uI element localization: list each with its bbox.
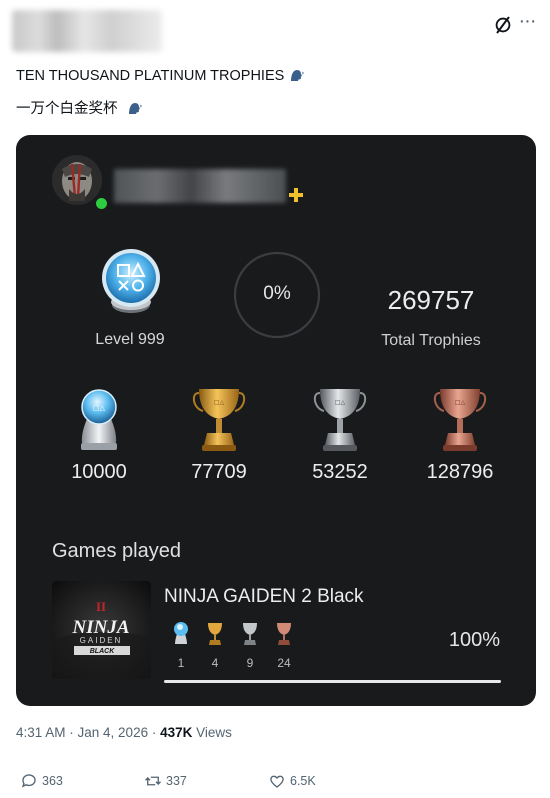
gold-count: 77709	[191, 461, 247, 483]
like-count: 6.5K	[290, 774, 316, 788]
svg-text:□△: □△	[335, 399, 346, 406]
game-cover-art: NINJA II GAIDEN BLACK	[52, 581, 151, 679]
game-art-subtitle: GAIDEN	[80, 636, 123, 645]
game-art-edition: BLACK	[90, 648, 115, 655]
grok-icon[interactable]	[492, 14, 514, 36]
speaking-head-icon	[291, 70, 304, 81]
game-art-mark: II	[96, 599, 106, 614]
tweet-meta: 4:31 AM · Jan 4, 2026 · 437K Views	[16, 725, 232, 740]
like-button[interactable]: 6.5K	[268, 772, 316, 790]
speaking-head-icon	[128, 103, 142, 114]
game-silver-count: 9	[246, 656, 254, 670]
game-completion-bar	[164, 680, 501, 683]
author-blurred[interactable]	[12, 10, 162, 52]
retweet-icon	[145, 776, 161, 786]
platinum-trophy-small-icon	[174, 622, 188, 644]
level-label: Level 999	[95, 331, 165, 348]
online-status-dot	[94, 196, 109, 211]
bronze-trophy-small-icon	[277, 623, 291, 645]
game-gold-count: 4	[211, 656, 219, 670]
reply-button[interactable]: 363	[20, 772, 63, 790]
views-label: Views	[192, 725, 232, 740]
profile-card-image[interactable]: Level 999 0% 269757 Total Trophies □△ □△…	[16, 135, 536, 706]
games-played-heading: Games played	[52, 540, 181, 562]
tweet-text-line2: 一万个白金奖杯	[16, 97, 142, 118]
game-art-title: NINJA	[71, 617, 129, 638]
level-progress-text: 0%	[263, 283, 291, 304]
retweet-button[interactable]: 337	[144, 772, 187, 790]
avatar	[52, 155, 102, 205]
views-count: 437K	[160, 725, 193, 740]
game-completion-bar-fill	[164, 680, 501, 683]
tweet-text-en: TEN THOUSAND PLATINUM TROPHIES	[16, 68, 285, 84]
silver-trophy-small-icon	[243, 623, 257, 645]
gold-trophy-icon: □△	[192, 389, 246, 451]
reply-count: 363	[42, 774, 63, 788]
tweet-timestamp[interactable]: 4:31 AM · Jan 4, 2026 ·	[16, 725, 160, 740]
svg-text:□△: □△	[214, 399, 225, 406]
online-id-blurred	[114, 169, 286, 203]
game-platinum-count: 1	[177, 656, 185, 670]
silver-trophy-icon: □△	[313, 389, 367, 451]
game-title: NINJA GAIDEN 2 Black	[164, 586, 364, 607]
game-cover-image: NINJA II GAIDEN BLACK	[52, 581, 151, 679]
total-trophies-label: Total Trophies	[381, 332, 481, 349]
platinum-count: 10000	[71, 461, 127, 483]
platinum-trophy-icon: □△	[81, 389, 117, 450]
more-icon[interactable]: ···	[515, 11, 539, 36]
avatar-image	[52, 155, 102, 205]
game-bronze-count: 24	[277, 656, 291, 670]
bronze-trophy-icon: □△	[433, 389, 487, 451]
svg-text:□△: □△	[455, 399, 466, 406]
reply-icon	[21, 774, 36, 788]
gold-trophy-small-icon	[208, 623, 222, 645]
playstation-plus-icon	[289, 188, 303, 202]
tweet-text-zh: 一万个白金奖杯	[16, 101, 118, 117]
total-trophies-value: 269757	[387, 285, 475, 315]
silver-count: 53252	[312, 461, 368, 483]
game-completion-percent: 100%	[448, 629, 500, 651]
svg-text:□△: □△	[93, 404, 106, 412]
like-icon	[270, 775, 284, 788]
bronze-count: 128796	[426, 461, 494, 483]
tweet-text-line1: TEN THOUSAND PLATINUM TROPHIES	[16, 67, 304, 84]
retweet-count: 337	[166, 774, 187, 788]
level-badge-icon	[102, 249, 160, 313]
